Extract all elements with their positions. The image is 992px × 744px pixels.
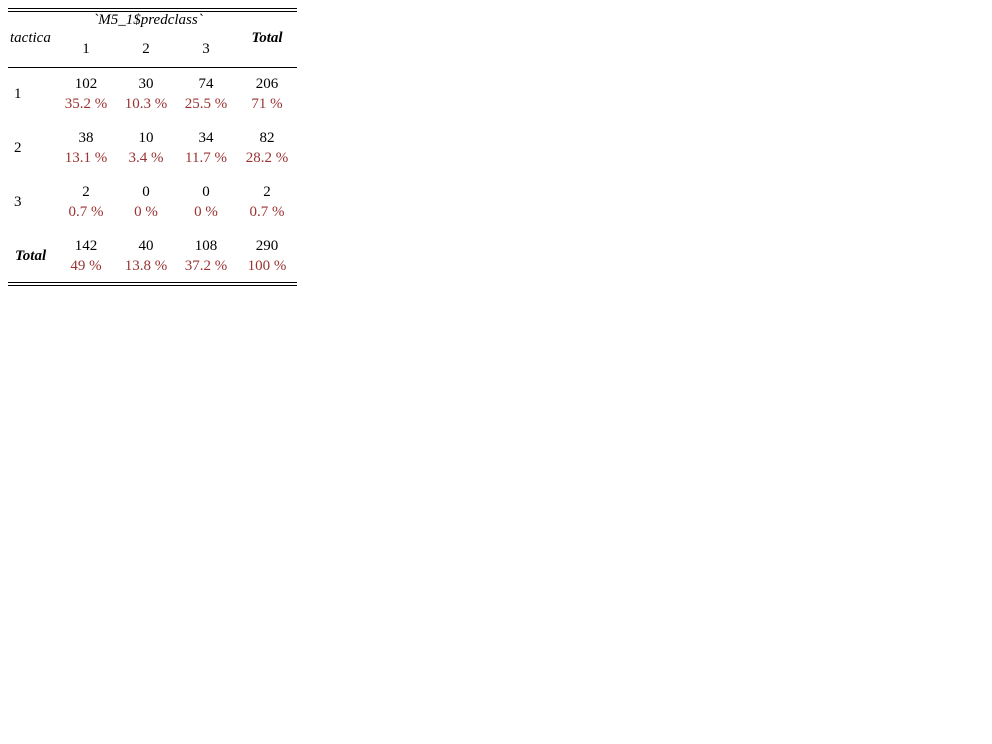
table-bottom-rule bbox=[8, 282, 297, 283]
column-header-3: 3 bbox=[202, 41, 210, 57]
row-label-3: 3 bbox=[14, 194, 22, 210]
table-cell-total: 2 0.7 % bbox=[237, 182, 297, 222]
cell-count: 74 bbox=[198, 76, 214, 92]
column-header-total: Total bbox=[251, 30, 283, 46]
column-header-2: 2 bbox=[142, 41, 150, 57]
table-cell-total: 206 71 % bbox=[237, 74, 297, 114]
table-cell: 2 0.7 % bbox=[56, 182, 116, 222]
cell-count: 10 bbox=[138, 130, 154, 146]
cell-count: 82 bbox=[259, 130, 275, 146]
cell-count: 108 bbox=[194, 238, 218, 254]
cell-percent: 13.1 % bbox=[64, 150, 108, 166]
cell-count: 2 bbox=[82, 184, 90, 200]
crosstab-table: tactica `M5_1$predclass` 1 2 3 Total 1 1… bbox=[8, 8, 297, 288]
cell-percent: 71 % bbox=[251, 96, 283, 112]
cell-count: 30 bbox=[138, 76, 154, 92]
header-rule bbox=[8, 67, 297, 68]
column-header-1: 1 bbox=[82, 41, 90, 57]
cell-percent: 37.2 % bbox=[184, 258, 228, 274]
cell-percent: 10.3 % bbox=[124, 96, 168, 112]
cell-count: 0 bbox=[142, 184, 150, 200]
table-cell: 0 0 % bbox=[116, 182, 176, 222]
table-cell: 34 11.7 % bbox=[176, 128, 236, 168]
cell-count: 34 bbox=[198, 130, 214, 146]
cell-count: 102 bbox=[74, 76, 98, 92]
cell-percent: 0.7 % bbox=[68, 204, 104, 220]
table-cell: 74 25.5 % bbox=[176, 74, 236, 114]
table-cell: 38 13.1 % bbox=[56, 128, 116, 168]
cell-percent: 100 % bbox=[247, 258, 287, 274]
table-cell: 30 10.3 % bbox=[116, 74, 176, 114]
cell-count: 40 bbox=[138, 238, 154, 254]
row-label-1: 1 bbox=[14, 86, 22, 102]
table-cell-total: 290 100 % bbox=[237, 236, 297, 276]
table-cell: 10 3.4 % bbox=[116, 128, 176, 168]
cell-percent: 35.2 % bbox=[64, 96, 108, 112]
cell-count: 290 bbox=[255, 238, 279, 254]
cell-percent: 25.5 % bbox=[184, 96, 228, 112]
cell-count: 2 bbox=[263, 184, 271, 200]
cell-percent: 49 % bbox=[70, 258, 102, 274]
row-label-2: 2 bbox=[14, 140, 22, 156]
cell-percent: 0 % bbox=[194, 204, 218, 220]
table-cell-total: 82 28.2 % bbox=[237, 128, 297, 168]
cell-count: 38 bbox=[78, 130, 94, 146]
table-cell: 102 35.2 % bbox=[56, 74, 116, 114]
table-cell: 108 37.2 % bbox=[176, 236, 236, 276]
cell-count: 0 bbox=[202, 184, 210, 200]
cell-percent: 13.8 % bbox=[124, 258, 168, 274]
cell-percent: 28.2 % bbox=[245, 150, 289, 166]
table-cell: 40 13.8 % bbox=[116, 236, 176, 276]
row-variable-label: tactica bbox=[10, 30, 51, 46]
table-bottom-rule-double bbox=[8, 285, 297, 286]
cell-percent: 3.4 % bbox=[128, 150, 164, 166]
table-cell: 0 0 % bbox=[176, 182, 236, 222]
cell-count: 206 bbox=[255, 76, 279, 92]
column-variable-label: `M5_1$predclass` bbox=[93, 12, 203, 28]
cell-percent: 11.7 % bbox=[185, 150, 227, 166]
table-top-rule bbox=[8, 8, 297, 9]
cell-count: 142 bbox=[74, 238, 98, 254]
table-cell: 142 49 % bbox=[56, 236, 116, 276]
cell-percent: 0 % bbox=[134, 204, 158, 220]
row-label-total: Total bbox=[15, 248, 47, 264]
cell-percent: 0.7 % bbox=[249, 204, 285, 220]
